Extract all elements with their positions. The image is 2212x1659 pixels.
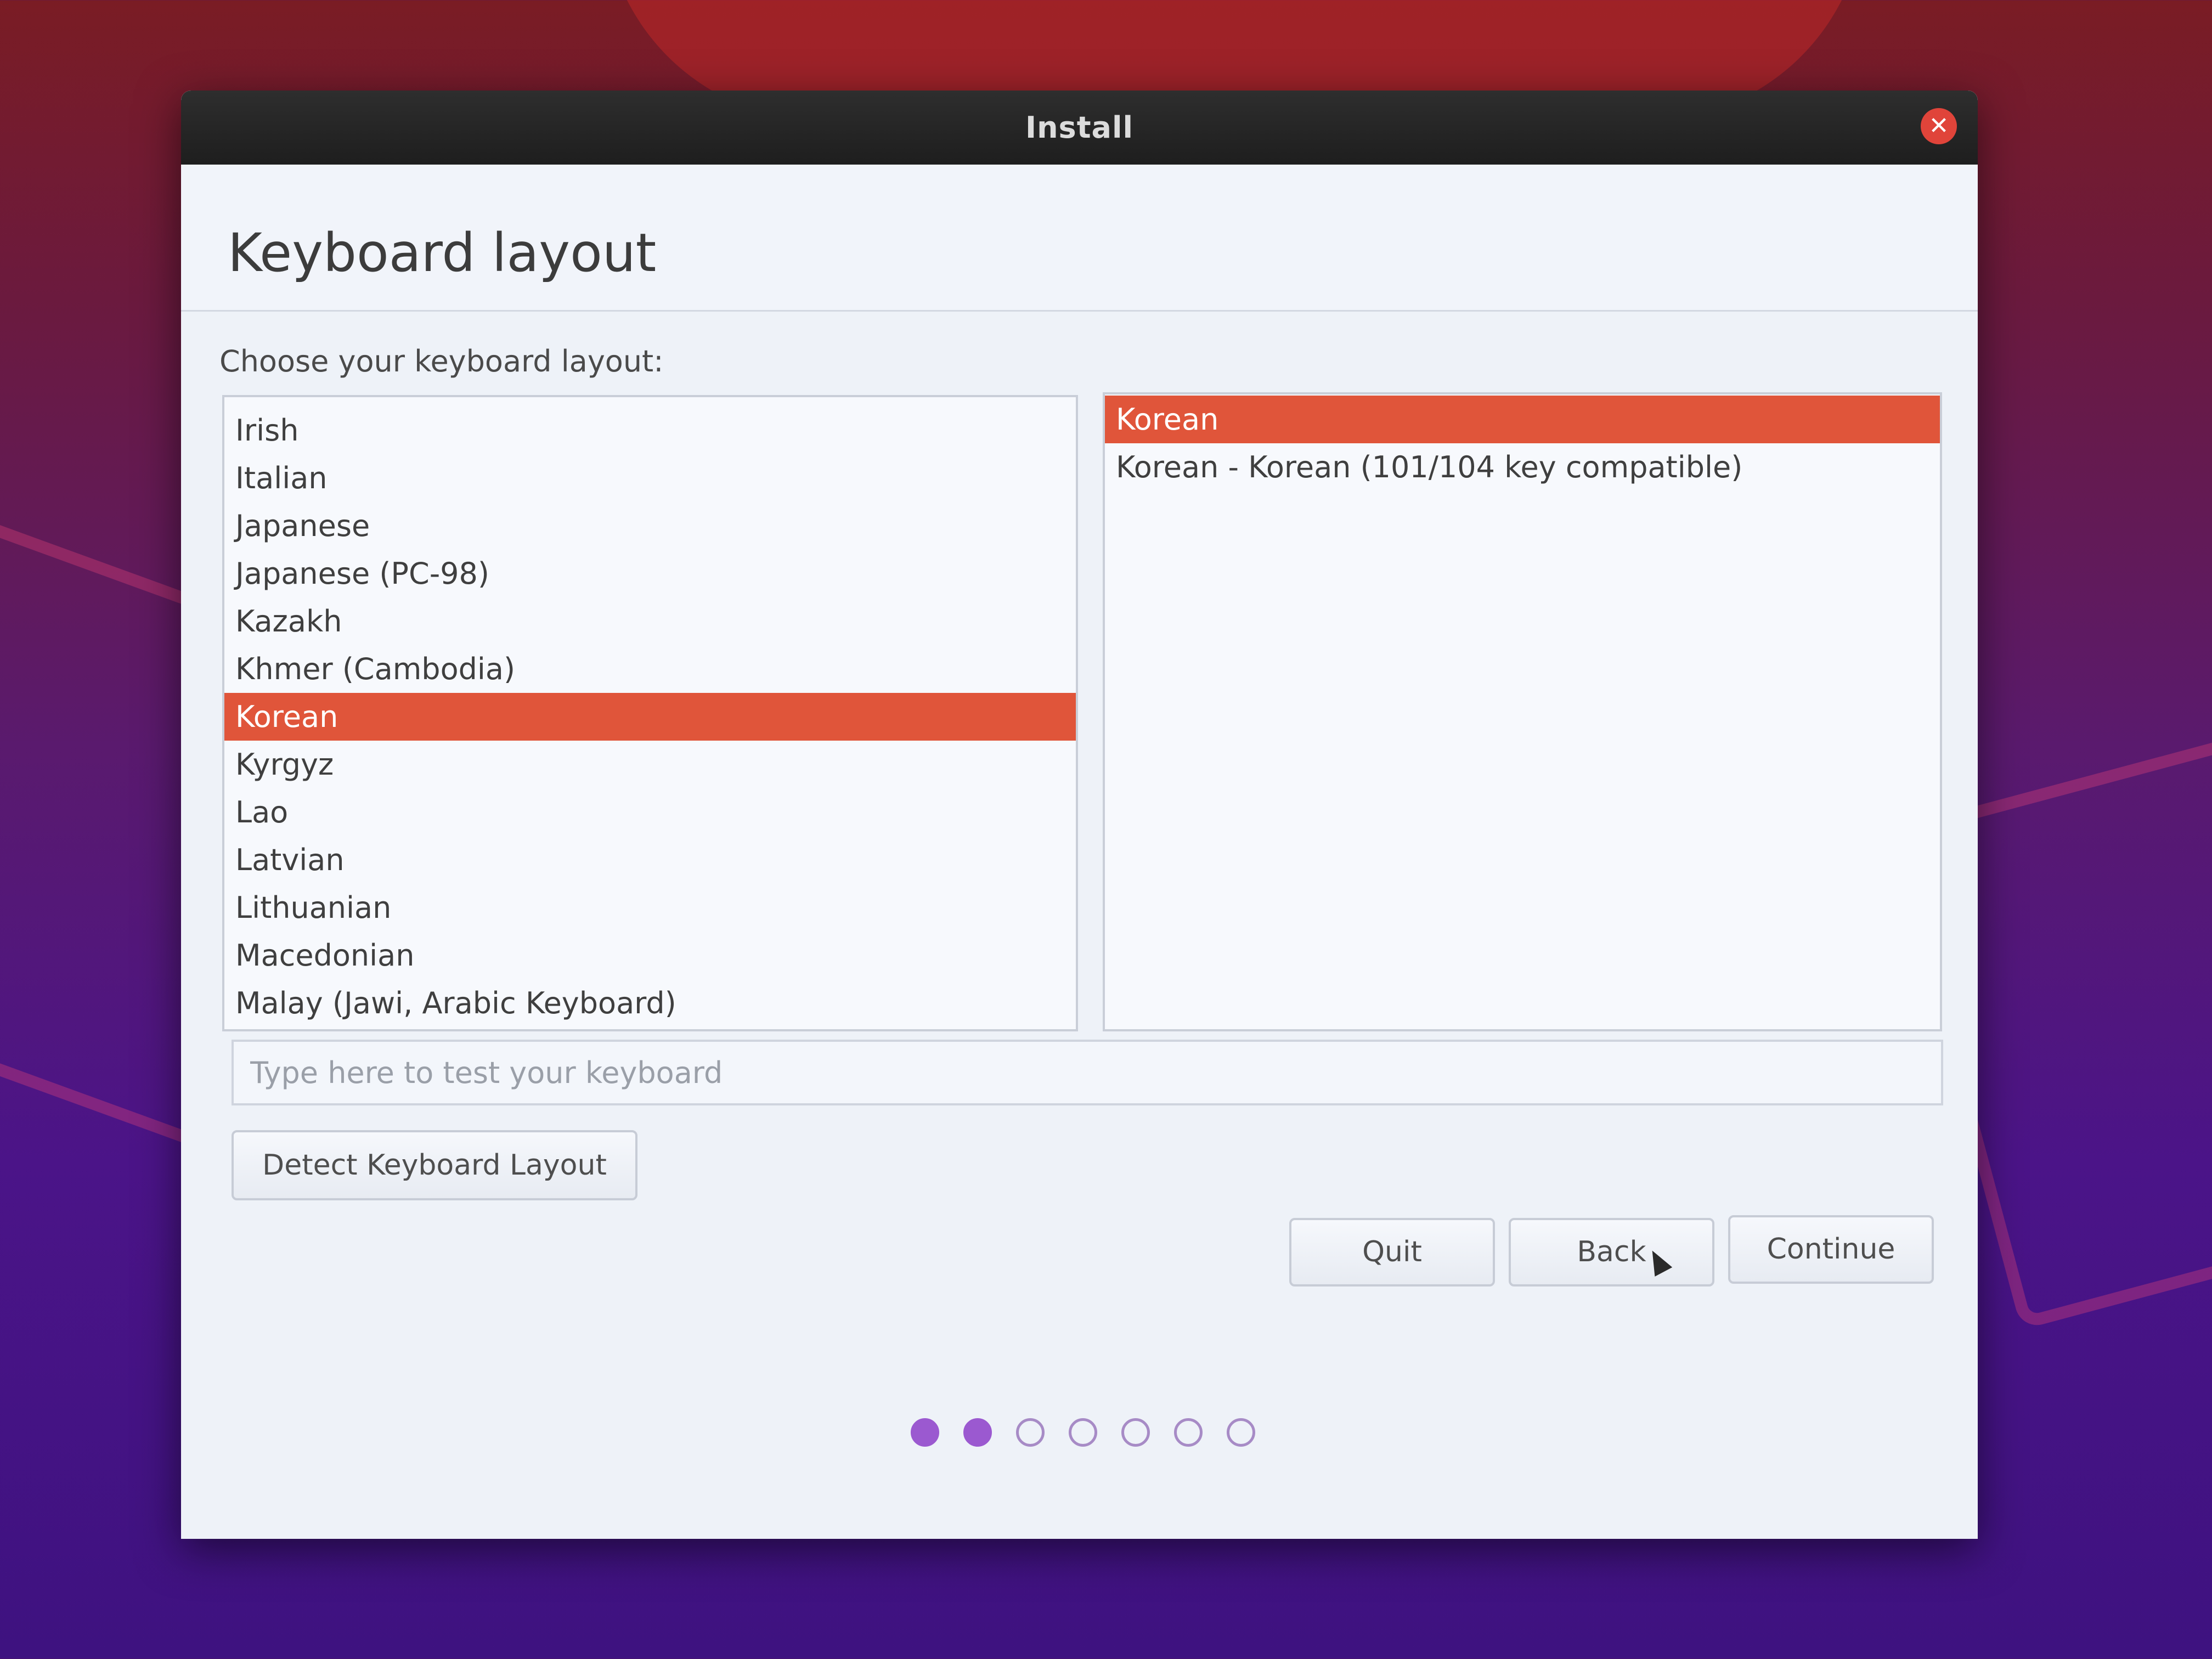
back-button[interactable]: Back: [1509, 1218, 1714, 1286]
progress-dot: [1174, 1418, 1203, 1447]
layout-list-item[interactable]: Lao: [224, 788, 1076, 836]
layout-list-item[interactable]: Kyrgyz: [224, 741, 1076, 788]
layout-list-item[interactable]: Korean: [224, 693, 1076, 741]
layout-list-item[interactable]: Lithuanian: [224, 884, 1076, 932]
window-title: Install: [1025, 110, 1133, 145]
layout-list-item[interactable]: Kazakh: [224, 597, 1076, 645]
progress-indicator: [911, 1418, 1255, 1447]
continue-button[interactable]: Continue: [1728, 1215, 1934, 1284]
variant-list-item[interactable]: Korean: [1105, 396, 1940, 443]
layout-prompt-label: Choose your keyboard layout:: [219, 344, 664, 379]
layout-list-item[interactable]: Latvian: [224, 836, 1076, 884]
page-title: Keyboard layout: [228, 222, 657, 284]
keyboard-variant-list[interactable]: Korean Korean - Korean (101/104 key compa…: [1103, 392, 1942, 1031]
keyboard-layout-list[interactable]: Irish Italian Japanese Japanese (PC-98) Kaza…: [222, 395, 1078, 1031]
quit-button[interactable]: Quit: [1289, 1218, 1495, 1286]
layout-list-item[interactable]: Japanese: [224, 502, 1076, 550]
keyboard-test-input[interactable]: [232, 1040, 1943, 1105]
layout-list-item[interactable]: Khmer (Cambodia): [224, 645, 1076, 693]
progress-dot: [1227, 1418, 1255, 1447]
progress-dot: [911, 1418, 939, 1447]
layout-list-item[interactable]: Malay (Jawi, Arabic Keyboard): [224, 979, 1076, 1027]
layout-list-item[interactable]: Italian: [224, 454, 1076, 502]
progress-dot: [1069, 1418, 1097, 1447]
layout-list-item[interactable]: Japanese (PC-98): [224, 550, 1076, 597]
title-bar: Install ✕: [181, 91, 1978, 165]
variant-list-item[interactable]: Korean - Korean (101/104 key compatible): [1105, 443, 1940, 491]
layout-list-item[interactable]: Irish: [224, 407, 1076, 454]
progress-dot: [963, 1418, 992, 1447]
progress-dot: [1016, 1418, 1045, 1447]
close-button[interactable]: ✕: [1921, 108, 1957, 144]
detect-keyboard-layout-button[interactable]: Detect Keyboard Layout: [232, 1130, 637, 1200]
layout-list-item[interactable]: Macedonian: [224, 932, 1076, 979]
installer-window: Install ✕ Keyboard layout Choose your ke…: [181, 91, 1978, 1539]
progress-dot: [1121, 1418, 1150, 1447]
close-icon: ✕: [1928, 112, 1949, 140]
